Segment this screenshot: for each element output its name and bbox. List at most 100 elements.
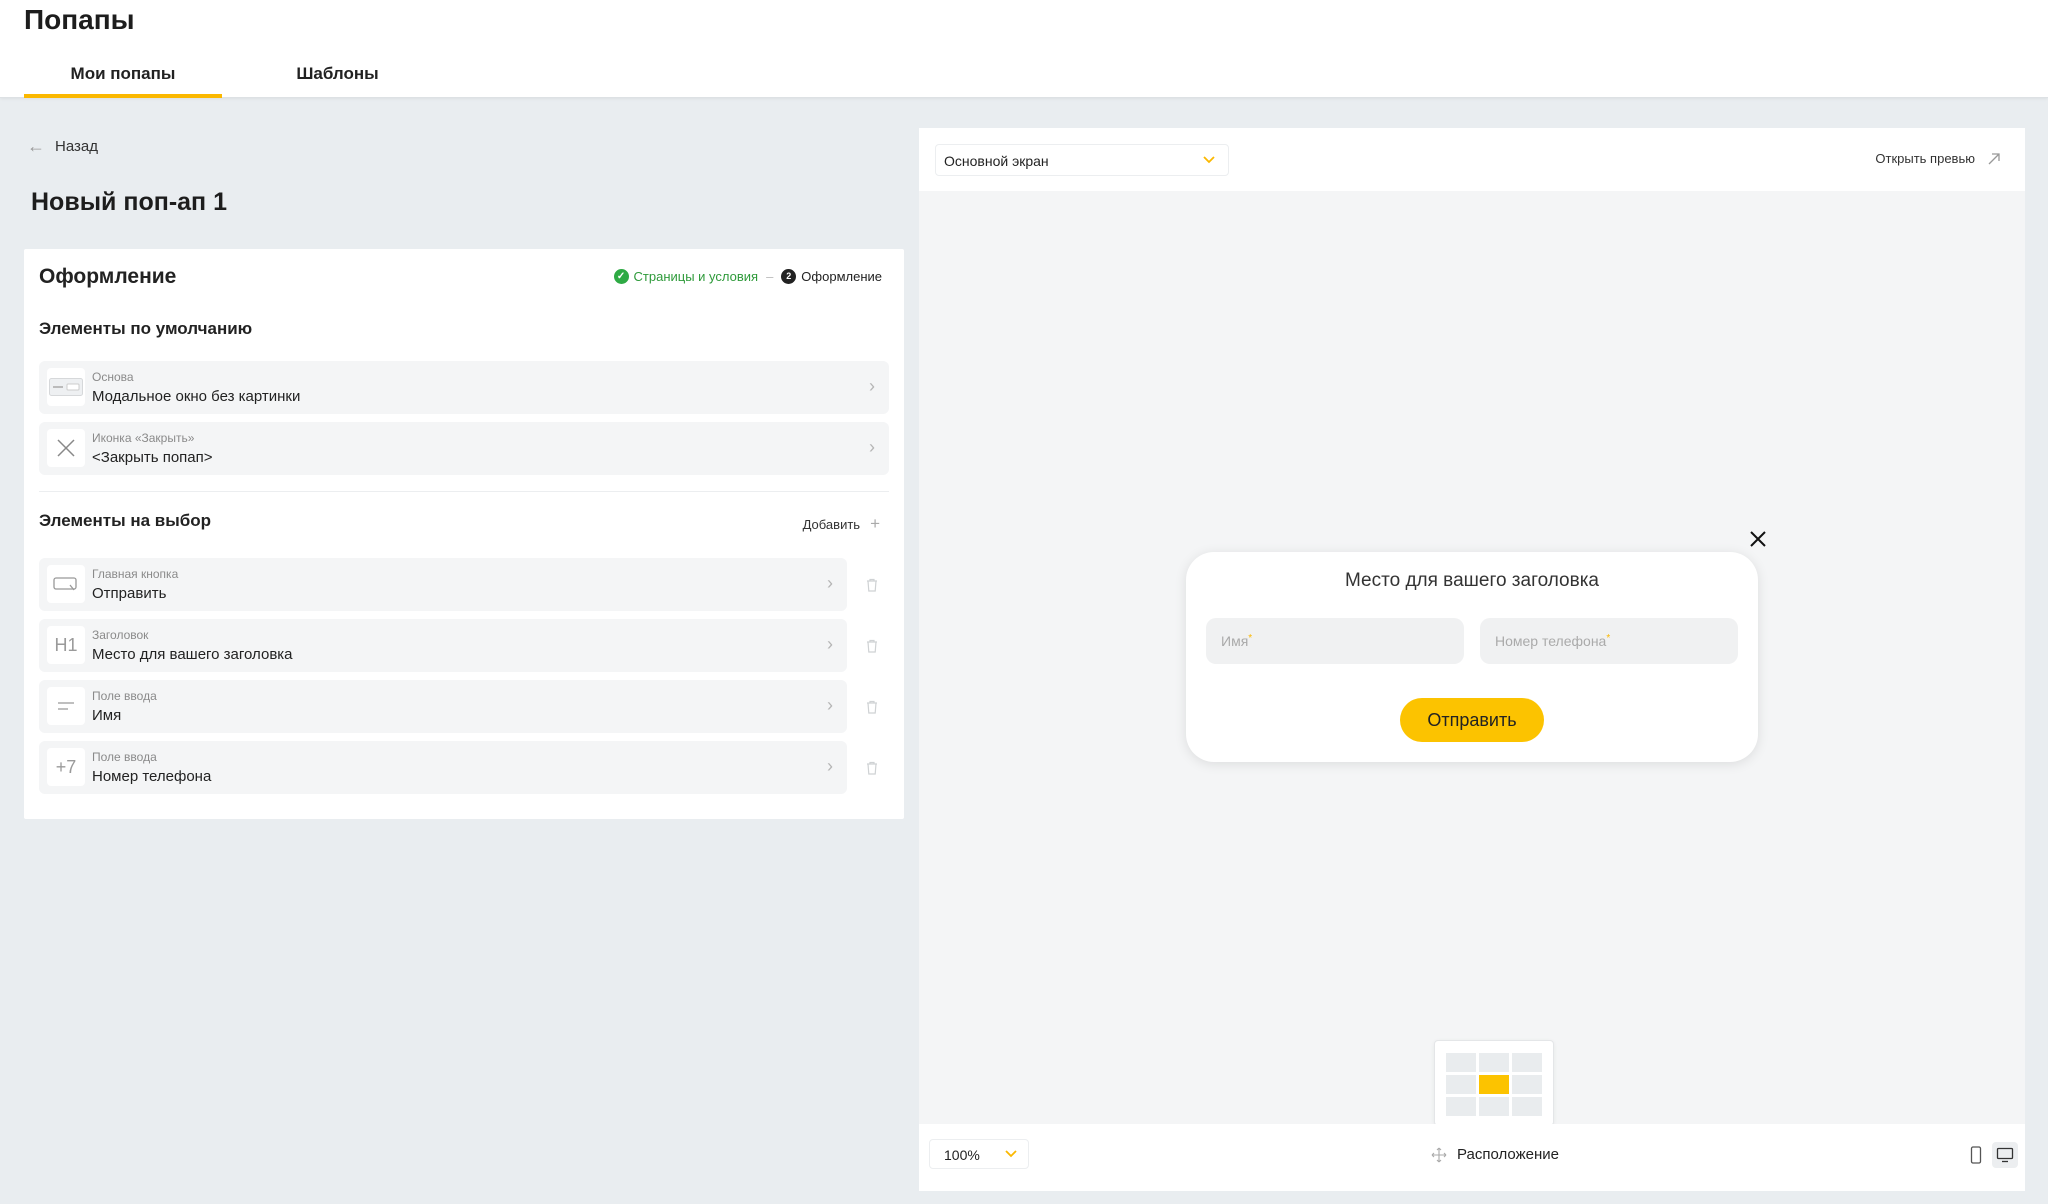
item-label: Заголовок <box>92 628 149 642</box>
open-preview-link[interactable]: Открыть превью <box>1875 151 2001 166</box>
name-placeholder: Имя <box>1221 633 1249 649</box>
back-link[interactable]: ← Назад <box>27 136 98 157</box>
chevron-right-icon: › <box>869 376 875 396</box>
step-pages-conditions[interactable]: ✓ Страницы и условия <box>613 269 759 284</box>
mobile-view-button[interactable] <box>1963 1142 1989 1168</box>
step-current-label: Оформление <box>801 269 882 284</box>
chevron-down-icon <box>1203 156 1215 164</box>
placement-middle-right[interactable] <box>1512 1075 1542 1094</box>
delete-button[interactable] <box>863 619 881 672</box>
name-input[interactable]: Имя* <box>1206 618 1464 664</box>
popup-close-icon[interactable] <box>1746 527 1770 551</box>
move-icon <box>1431 1147 1447 1162</box>
phone-placeholder: Номер телефона <box>1495 633 1607 649</box>
divider <box>39 491 889 492</box>
placement-top-center[interactable] <box>1479 1053 1509 1072</box>
button-icon <box>47 565 85 603</box>
desktop-icon <box>1996 1147 2014 1163</box>
step-separator: – <box>766 269 774 284</box>
placement-top-left[interactable] <box>1446 1053 1476 1072</box>
list-item-heading[interactable]: H1 Заголовок Место для вашего заголовка … <box>39 619 847 672</box>
tab-my-popups[interactable]: Мои попапы <box>24 64 222 98</box>
phone-input[interactable]: Номер телефона* <box>1480 618 1738 664</box>
arrow-left-icon: ← <box>27 136 45 156</box>
zoom-select[interactable]: 100% <box>929 1139 1029 1169</box>
back-label: Назад <box>55 138 98 155</box>
item-label: Основа <box>92 370 134 384</box>
item-value: <Закрыть попап> <box>92 449 213 466</box>
chevron-right-icon: › <box>869 437 875 457</box>
chevron-right-icon: › <box>827 634 833 654</box>
add-element-button[interactable]: Добавить + <box>803 514 880 534</box>
desktop-view-button[interactable] <box>1992 1142 2018 1168</box>
heading-icon: H1 <box>47 626 85 664</box>
placement-picker <box>1434 1040 1554 1126</box>
app-title: Попапы <box>24 4 135 35</box>
zoom-value: 100% <box>944 1147 980 1163</box>
text-field-icon <box>47 687 85 725</box>
placement-top-right[interactable] <box>1512 1053 1542 1072</box>
preview-bottom-bar: 100% Расположение <box>919 1124 2025 1191</box>
close-icon <box>47 429 85 467</box>
popup-preview: Место для вашего заголовка Имя* Номер те… <box>1186 552 1758 762</box>
optional-elements-title: Элементы на выбор <box>39 511 212 530</box>
submit-button[interactable]: Отправить <box>1400 698 1544 742</box>
phone-field-icon: +7 <box>47 748 85 786</box>
item-value: Модальное окно без картинки <box>92 388 301 405</box>
external-arrow-icon <box>1988 152 2000 164</box>
list-item-name-field[interactable]: Поле ввода Имя › <box>39 680 847 733</box>
placement-center[interactable] <box>1479 1075 1509 1094</box>
step-number: 2 <box>781 269 797 284</box>
list-item-main-button[interactable]: Главная кнопка Отправить › <box>39 558 847 611</box>
item-label: Иконка «Закрыть» <box>92 431 195 445</box>
delete-button[interactable] <box>863 680 881 733</box>
chevron-down-icon <box>1005 1150 1017 1158</box>
list-item-phone-field[interactable]: +7 Поле ввода Номер телефона › <box>39 741 847 794</box>
chevron-right-icon: › <box>827 695 833 715</box>
add-label: Добавить <box>802 516 861 532</box>
trash-icon <box>867 700 877 714</box>
preview-toolbar: Основной экран Открыть превью <box>919 128 2025 191</box>
top-bar: Попапы Мои попапы Шаблоны <box>0 0 2048 98</box>
item-label: Поле ввода <box>92 689 157 703</box>
panel-title: Оформление <box>39 265 177 288</box>
placement-bottom-right[interactable] <box>1512 1097 1542 1116</box>
placement-bottom-left[interactable] <box>1446 1097 1476 1116</box>
item-label: Главная кнопка <box>92 567 179 581</box>
steps-indicator: ✓ Страницы и условия – 2 Оформление <box>613 269 882 284</box>
item-label: Поле ввода <box>92 750 157 764</box>
mobile-icon <box>1970 1146 1982 1164</box>
tab-templates[interactable]: Шаблоны <box>250 64 425 98</box>
item-value: Отправить <box>92 585 167 602</box>
trash-icon <box>867 761 877 775</box>
placement-middle-left[interactable] <box>1446 1075 1476 1094</box>
placement-grid <box>1446 1053 1542 1116</box>
screen-select-value: Основной экран <box>944 153 1049 169</box>
page-title: Новый поп-ап 1 <box>31 188 228 216</box>
step-done-label: Страницы и условия <box>633 269 759 284</box>
placement-label: Расположение <box>1457 1146 1559 1163</box>
screen-select[interactable]: Основной экран <box>935 144 1229 176</box>
required-mark: * <box>1248 633 1253 644</box>
item-value: Имя <box>92 707 122 724</box>
item-value: Место для вашего заголовка <box>92 646 293 663</box>
list-item-close-icon[interactable]: Иконка «Закрыть» <Закрыть попап> › <box>39 422 889 475</box>
chevron-right-icon: › <box>827 756 833 776</box>
item-value: Номер телефона <box>92 768 212 785</box>
design-panel: Оформление ✓ Страницы и условия – 2 Офор… <box>24 249 904 819</box>
popup-title: Место для вашего заголовка <box>1345 570 1599 591</box>
trash-icon <box>867 639 877 653</box>
trash-icon <box>867 578 877 592</box>
required-mark: * <box>1606 633 1611 644</box>
check-icon: ✓ <box>613 269 629 284</box>
placement-button[interactable]: Расположение <box>1431 1146 1559 1163</box>
chevron-right-icon: › <box>827 573 833 593</box>
delete-button[interactable] <box>863 741 881 794</box>
step-design: 2 Оформление <box>781 269 882 284</box>
list-item-base[interactable]: Основа Модальное окно без картинки › <box>39 361 889 414</box>
plus-icon: + <box>870 514 880 533</box>
placement-bottom-center[interactable] <box>1479 1097 1509 1116</box>
open-preview-label: Открыть превью <box>1875 151 1975 166</box>
delete-button[interactable] <box>863 558 881 611</box>
modal-icon <box>47 368 85 406</box>
